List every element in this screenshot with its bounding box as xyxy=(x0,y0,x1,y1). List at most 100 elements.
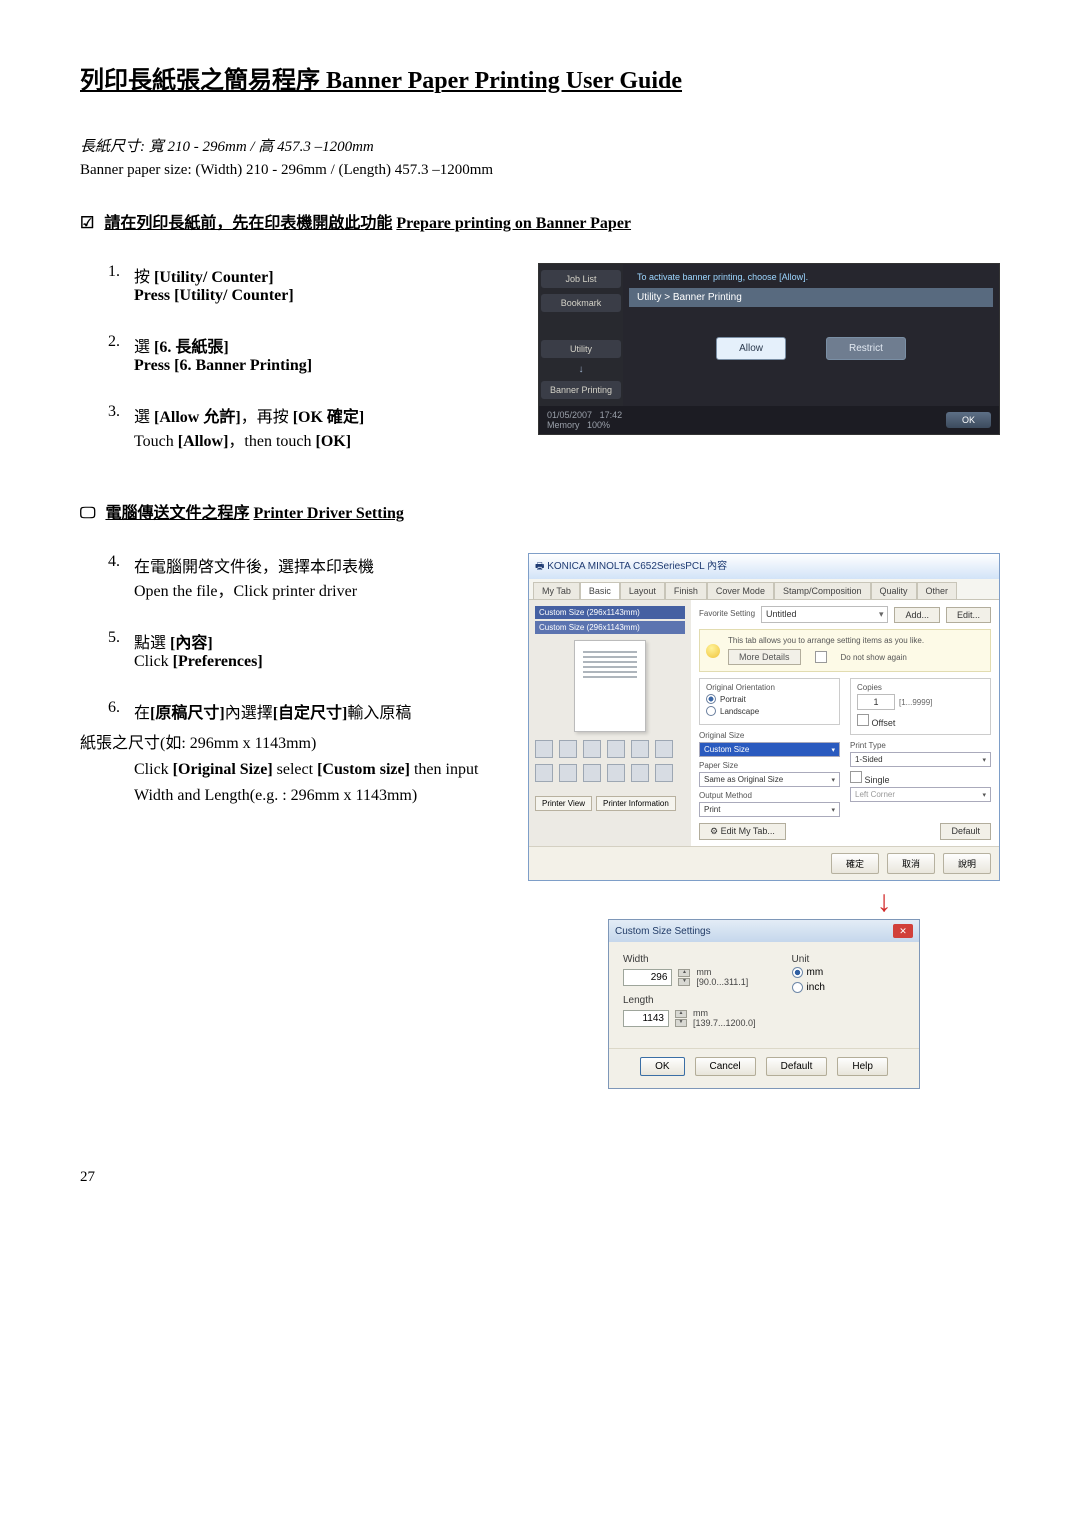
single-checkbox[interactable] xyxy=(850,771,862,783)
width-label: Width xyxy=(623,954,762,965)
length-input[interactable]: 1143 xyxy=(623,1010,669,1027)
cancel-button[interactable]: Cancel xyxy=(695,1057,756,1076)
panel-time: 17:42 xyxy=(600,410,623,420)
spinner-down-icon[interactable]: ▼ xyxy=(675,1019,687,1027)
utility-button[interactable]: Utility xyxy=(541,340,621,358)
tab-mytab[interactable]: My Tab xyxy=(533,582,580,599)
monitor-icon: 🖵 xyxy=(80,505,95,522)
help-button[interactable]: Help xyxy=(837,1057,888,1076)
portrait-label: Portrait xyxy=(720,695,746,704)
layout-icon[interactable] xyxy=(535,740,553,758)
step-number: 6. xyxy=(80,699,134,717)
add-button[interactable]: Add... xyxy=(894,607,940,623)
step1-bold: [Utility/ Counter] xyxy=(154,269,274,286)
spinner-down-icon[interactable]: ▼ xyxy=(678,978,690,986)
layout-icon[interactable] xyxy=(655,740,673,758)
landscape-label: Landscape xyxy=(720,707,759,716)
default-button[interactable]: Default xyxy=(940,823,991,840)
step6-zh-e: 輸入原稿 xyxy=(347,705,411,722)
layout-icon[interactable] xyxy=(583,740,601,758)
step4-zh: 在電腦開啓文件後，選擇本印表機 xyxy=(134,559,374,576)
ok-button[interactable]: OK xyxy=(640,1057,684,1076)
width-input[interactable]: 296 xyxy=(623,969,672,986)
output-method-label: Output Method xyxy=(699,791,840,800)
original-size-dropdown[interactable]: Custom Size▾ xyxy=(699,742,840,757)
step-2: 2. 選 [6. 長紙張] Press [6. Banner Printing] xyxy=(80,333,518,375)
step4-en: Open the file，Click printer driver xyxy=(134,577,374,601)
step-number: 1. xyxy=(80,263,134,281)
length-spinner[interactable]: ▲▼ xyxy=(675,1010,687,1027)
portrait-radio[interactable] xyxy=(706,694,716,704)
tab-layout[interactable]: Layout xyxy=(620,582,665,599)
layout-icon[interactable] xyxy=(559,764,577,782)
tab-stamp[interactable]: Stamp/Composition xyxy=(774,582,871,599)
tab-finish[interactable]: Finish xyxy=(665,582,707,599)
tab-other[interactable]: Other xyxy=(917,582,958,599)
favorite-setting-dropdown[interactable]: Untitled ▾ xyxy=(761,606,888,623)
step-number: 5. xyxy=(80,629,134,647)
unit-inch-radio[interactable] xyxy=(792,982,803,993)
step-6: 6. 在[原稿尺寸]內選擇[自定尺寸]輸入原稿 xyxy=(80,699,508,723)
step3-zh-b: ，再按 xyxy=(241,409,293,426)
layout-icon[interactable] xyxy=(631,740,649,758)
paper-size-dropdown[interactable]: Same as Original Size▾ xyxy=(699,772,840,787)
section2-heading: 🖵 電腦傳送文件之程序 Printer Driver Setting xyxy=(80,499,1000,523)
printer-view-button[interactable]: Printer View xyxy=(535,796,592,811)
section1-text-zh: 請在列印長紙前，先在印表機開啟此功能 xyxy=(104,215,392,232)
bookmark-button[interactable]: Bookmark xyxy=(541,294,621,312)
spinner-up-icon[interactable]: ▲ xyxy=(675,1010,687,1018)
layout-icon[interactable] xyxy=(607,740,625,758)
layout-icon[interactable] xyxy=(607,764,625,782)
print-type-dropdown[interactable]: 1-Sided▾ xyxy=(850,752,991,767)
layout-icon[interactable] xyxy=(631,764,649,782)
tab-basic[interactable]: Basic xyxy=(580,582,620,599)
printer-info-button[interactable]: Printer Information xyxy=(596,796,676,811)
chevron-down-icon: ▾ xyxy=(831,806,835,814)
step5-bold: [內容] xyxy=(170,635,213,652)
default-button[interactable]: Default xyxy=(766,1057,828,1076)
cancel-button[interactable]: 取消 xyxy=(887,853,935,874)
doc-title: 列印長紙張之簡易程序 Banner Paper Printing User Gu… xyxy=(80,60,1000,95)
edit-my-tab-button[interactable]: ⚙ Edit My Tab... xyxy=(699,823,786,840)
window-title: 🖶 KONICA MINOLTA C652SeriesPCL 內容 xyxy=(529,554,999,579)
step6-zh-c: 內選擇 xyxy=(225,705,273,722)
landscape-radio[interactable] xyxy=(706,706,716,716)
more-details-button[interactable]: More Details xyxy=(728,649,801,665)
section1-heading: ☑ 請在列印長紙前，先在印表機開啟此功能 Prepare printing on… xyxy=(80,209,1000,233)
red-arrow-down-icon: ↓ xyxy=(768,887,1000,917)
step1-en: Press [Utility/ Counter] xyxy=(134,287,294,304)
original-size-value: Custom Size xyxy=(704,745,749,754)
edit-my-tab-label: Edit My Tab... xyxy=(721,826,775,836)
layout-icon[interactable] xyxy=(559,740,577,758)
corner-value: Left Corner xyxy=(855,790,895,799)
tab-quality[interactable]: Quality xyxy=(871,582,917,599)
step-4: 4. 在電腦開啓文件後，選擇本印表機 Open the file，Click p… xyxy=(80,553,508,601)
layout-icon[interactable] xyxy=(655,764,673,782)
driver-window-screenshot: 🖶 KONICA MINOLTA C652SeriesPCL 內容 My Tab… xyxy=(528,553,1000,881)
allow-button[interactable]: Allow xyxy=(716,337,786,360)
edit-button[interactable]: Edit... xyxy=(946,607,991,623)
banner-printing-button[interactable]: Banner Printing xyxy=(541,381,621,399)
checkbox-icon: ☑ xyxy=(80,215,94,232)
step6-en-bold-a: [Original Size] xyxy=(173,761,273,778)
job-list-button[interactable]: Job List xyxy=(541,270,621,288)
ok-button[interactable]: 確定 xyxy=(831,853,879,874)
step5-zh-a: 點選 xyxy=(134,635,170,652)
restrict-button[interactable]: Restrict xyxy=(826,337,906,360)
unit-mm-radio[interactable] xyxy=(792,967,803,978)
output-method-dropdown[interactable]: Print▾ xyxy=(699,802,840,817)
size-note-zh: 長紙尺寸: 寬 210 - 296mm / 高 457.3 –1200mm xyxy=(80,135,1000,156)
ok-button[interactable]: OK xyxy=(946,412,991,428)
corner-dropdown[interactable]: Left Corner▾ xyxy=(850,787,991,802)
copies-input[interactable]: 1 xyxy=(857,694,895,710)
layout-icon[interactable] xyxy=(583,764,601,782)
dont-show-checkbox[interactable] xyxy=(815,651,827,663)
tab-covermode[interactable]: Cover Mode xyxy=(707,582,774,599)
help-button[interactable]: 說明 xyxy=(943,853,991,874)
favorite-setting-value: Untitled xyxy=(766,609,797,619)
spinner-up-icon[interactable]: ▲ xyxy=(678,969,690,977)
layout-icon[interactable] xyxy=(535,764,553,782)
width-spinner[interactable]: ▲▼ xyxy=(678,969,690,986)
close-icon[interactable]: ✕ xyxy=(893,924,913,938)
offset-checkbox[interactable] xyxy=(857,714,869,726)
